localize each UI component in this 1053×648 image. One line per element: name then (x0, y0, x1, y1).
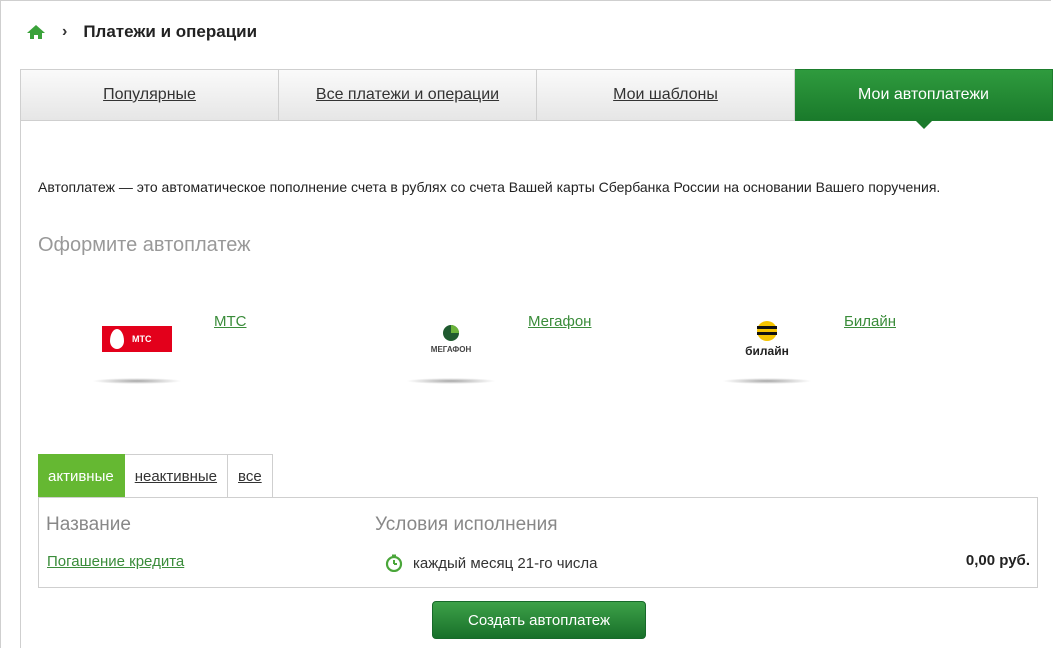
logo-shadow (406, 378, 496, 384)
page-title: Платежи и операции (83, 22, 258, 41)
subtab-all[interactable]: все (228, 454, 273, 498)
tab-my-autopayments[interactable]: Мои автоплатежи (795, 69, 1053, 129)
section-subtitle: Оформите автоплатеж (38, 234, 251, 256)
clock-icon (385, 554, 403, 572)
tab-all-payments[interactable]: Все платежи и операции (279, 69, 537, 121)
autopayment-description: Автоплатеж — это автоматическое пополнен… (38, 179, 941, 195)
beeline-logo-text: билайн (745, 344, 789, 358)
column-header-name: Название (46, 514, 131, 535)
autopayment-name-link[interactable]: Погашение кредита (47, 553, 184, 570)
mts-logo-text: МТС (132, 334, 152, 344)
megafon-logo-icon[interactable]: МЕГАФОН (406, 308, 496, 370)
beeline-emblem-icon (757, 321, 777, 341)
beeline-logo-icon[interactable]: билайн (722, 308, 812, 370)
column-header-conditions: Условия исполнения (375, 514, 558, 535)
autopayment-amount: 0,00 руб. (965, 552, 1030, 569)
provider-link-megafon[interactable]: Мегафон (528, 313, 591, 330)
autopayment-filter-tabs: активные неактивные все (38, 454, 273, 498)
provider-link-beeline[interactable]: Билайн (844, 313, 896, 330)
provider-link-mts[interactable]: МТС (214, 313, 247, 330)
megafon-emblem-icon (443, 325, 459, 341)
home-icon[interactable] (26, 24, 46, 40)
autopayment-conditions: каждый месяц 21-го числа (385, 554, 598, 572)
tab-my-templates[interactable]: Мои шаблоны (537, 69, 795, 121)
autopayments-table: Название Условия исполнения Погашение кр… (38, 497, 1038, 588)
logo-shadow (92, 378, 182, 384)
mts-logo-icon[interactable]: МТС (92, 308, 182, 370)
breadcrumb: › Платежи и операции (26, 20, 257, 44)
main-tabs: Популярные Все платежи и операции Мои ша… (20, 69, 1053, 129)
create-autopayment-button[interactable]: Создать автоплатеж (432, 601, 646, 639)
conditions-text: каждый месяц 21-го числа (413, 554, 598, 572)
subtab-active[interactable]: активные (38, 454, 125, 498)
logo-shadow (722, 378, 812, 384)
subtab-inactive[interactable]: неактивные (124, 454, 229, 498)
megafon-logo-text: МЕГАФОН (430, 345, 472, 354)
breadcrumb-separator-icon: › (62, 23, 68, 40)
tab-popular[interactable]: Популярные (20, 69, 279, 121)
